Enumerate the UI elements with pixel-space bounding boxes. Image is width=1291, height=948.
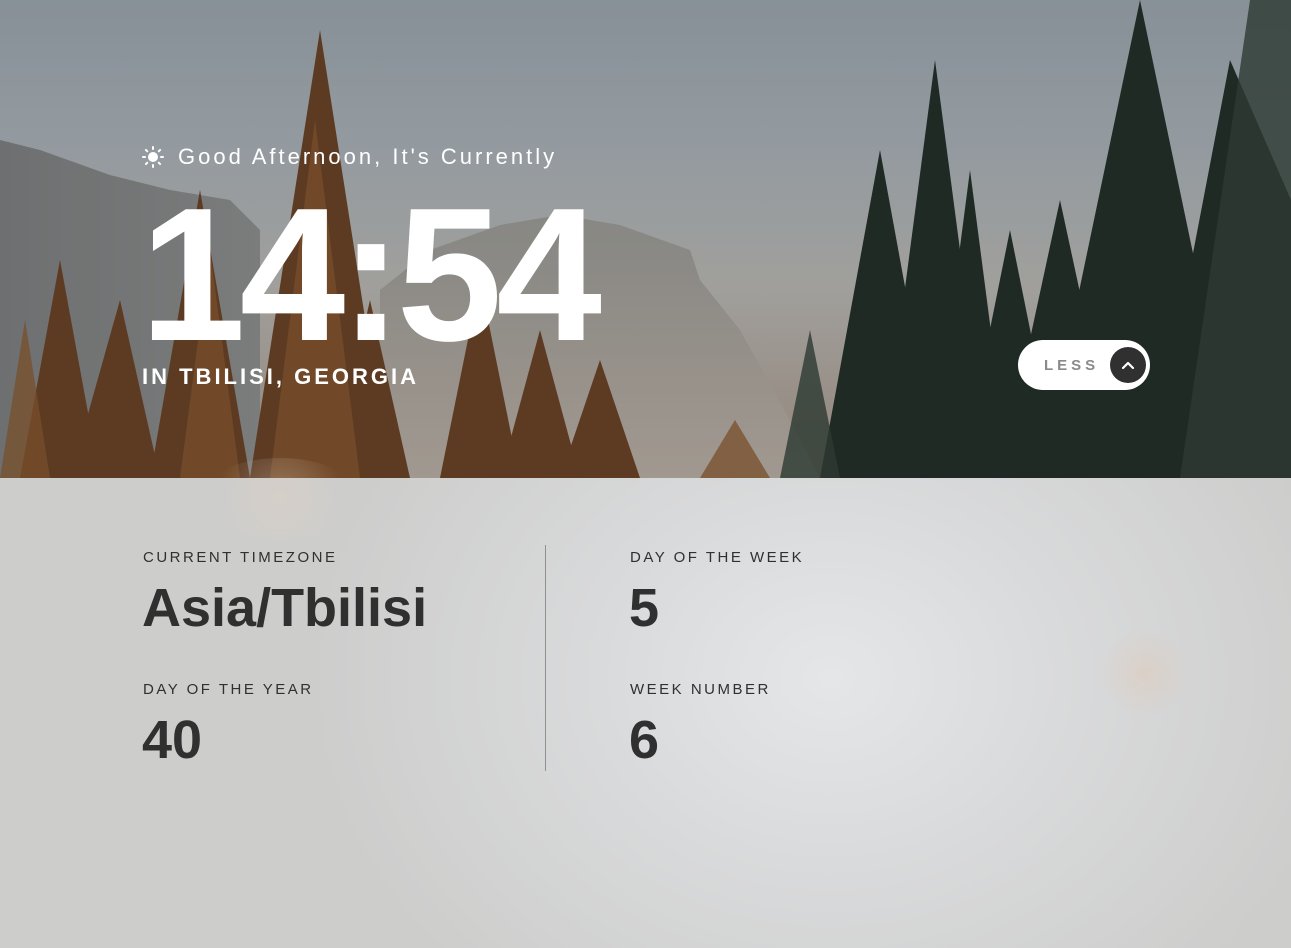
greeting: Good Afternoon, It's Currently	[142, 143, 557, 171]
less-button-label: LESS	[1044, 356, 1100, 374]
day-of-week-label: DAY OF THE WEEK	[630, 549, 805, 566]
day-of-week-value: 5	[629, 578, 660, 638]
less-toggle-button[interactable]: LESS	[1018, 340, 1150, 390]
divider	[545, 545, 546, 771]
week-number-value: 6	[629, 710, 660, 770]
background-glow	[200, 458, 360, 538]
clock-app: Good Afternoon, It's Currently 14:54 IN …	[0, 0, 1291, 948]
timezone-value: Asia/Tbilisi	[142, 578, 428, 638]
hero-section: Good Afternoon, It's Currently 14:54 IN …	[0, 0, 1291, 478]
background-glow	[1100, 628, 1190, 718]
current-time: 14:54	[140, 169, 602, 381]
day-of-year-label: DAY OF THE YEAR	[143, 681, 314, 698]
greeting-text: Good Afternoon, It's Currently	[178, 144, 558, 169]
day-of-year-value: 40	[142, 710, 203, 770]
details-panel: CURRENT TIMEZONE Asia/Tbilisi DAY OF THE…	[0, 458, 1291, 948]
week-number-label: WEEK NUMBER	[630, 681, 771, 698]
sun-icon	[142, 146, 164, 168]
location-text: IN TBILISI, GEORGIA	[142, 364, 420, 389]
chevron-up-icon[interactable]	[1110, 347, 1146, 383]
timezone-label: CURRENT TIMEZONE	[143, 549, 338, 566]
